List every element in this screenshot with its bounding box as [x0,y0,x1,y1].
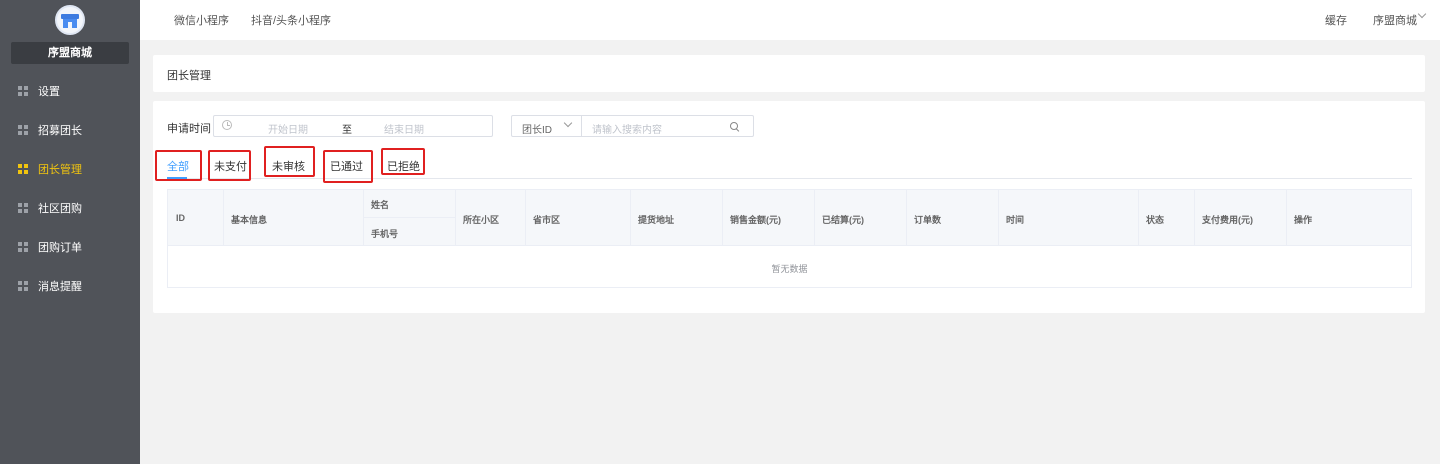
user-menu[interactable]: 序盟商城 [1373,12,1417,28]
column-divider [722,190,723,245]
sidebar-item-label: 设置 [38,86,60,98]
column-header-order-count: 订单数 [914,215,942,225]
chevron-down-icon[interactable] [1418,11,1426,19]
column-header-sales-amount: 销售金额(元) [730,215,781,225]
column-header-status: 状态 [1146,215,1165,225]
column-divider [223,190,224,245]
grid-icon [18,203,28,213]
column-divider [455,190,456,245]
sidebar-item-label: 社区团购 [38,203,82,215]
search-input[interactable]: 请输入搜索内容 [592,121,662,136]
grid-icon [18,86,28,96]
sidebar-item-group-orders[interactable]: 团购订单 [0,228,140,266]
chevron-down-icon[interactable] [564,120,572,128]
table-header-border [168,245,1411,246]
sidebar-item-recruit-leader[interactable]: 招募团长 [0,111,140,149]
top-bar [140,0,1440,40]
grid-icon [18,125,28,135]
highlight-box [264,146,315,177]
column-header-settled: 已结算(元) [822,215,864,225]
column-divider [998,190,999,245]
grid-icon [18,281,28,291]
grid-icon [18,164,28,174]
shop-logo-icon [55,5,85,35]
column-header-name: 姓名 [371,200,390,210]
tab-douyin-miniprogram[interactable]: 抖音/头条小程序 [251,12,331,28]
sidebar-item-community-group-buy[interactable]: 社区团购 [0,189,140,227]
start-date-input[interactable]: 开始日期 [268,121,308,136]
column-header-community: 所在小区 [463,215,500,225]
end-date-input[interactable]: 结束日期 [384,121,424,136]
column-header-pickup-address: 提货地址 [638,215,675,225]
grid-icon [18,242,28,252]
sidebar-item-label: 团长管理 [38,164,82,176]
empty-state-text: 暂无数据 [771,264,808,274]
column-header-basic-info: 基本信息 [231,215,268,225]
clock-icon [222,120,232,130]
range-separator: 至 [342,125,352,136]
highlight-box [323,150,373,183]
page-header: 团长管理 [153,55,1425,92]
column-divider [630,190,631,245]
page-title: 团长管理 [167,70,211,82]
sidebar-item-label: 消息提醒 [38,281,82,293]
cache-button[interactable]: 缓存 [1325,12,1347,28]
column-divider [1286,190,1287,245]
column-header-actions: 操作 [1294,215,1313,225]
apply-time-label: 申请时间 [167,123,211,135]
shop-name: 序盟商城 [11,42,129,64]
sidebar-item-label: 团购订单 [38,242,82,254]
highlight-box [381,148,425,175]
column-header-phone: 手机号 [371,229,399,239]
highlight-box [208,150,251,181]
column-divider [1138,190,1139,245]
sidebar-item-label: 招募团长 [38,125,82,137]
search-field-selected: 团长ID [522,125,552,136]
tab-wechat-miniprogram[interactable]: 微信小程序 [174,12,229,28]
sidebar-item-notifications[interactable]: 消息提醒 [0,267,140,305]
column-divider [525,190,526,245]
header-sub-divider [363,217,455,218]
column-divider [1194,190,1195,245]
highlight-box [155,150,202,181]
column-header-id: ID [176,213,185,223]
sidebar-item-leader-management[interactable]: 团长管理 [0,150,140,188]
sidebar-item-settings[interactable]: 设置 [0,72,140,110]
date-range-picker[interactable] [213,115,493,137]
column-divider [906,190,907,245]
column-header-time: 时间 [1006,215,1025,225]
column-header-paid-fee: 支付费用(元) [1202,215,1253,225]
column-header-region: 省市区 [533,215,561,225]
search-icon[interactable] [730,122,739,131]
column-divider [814,190,815,245]
